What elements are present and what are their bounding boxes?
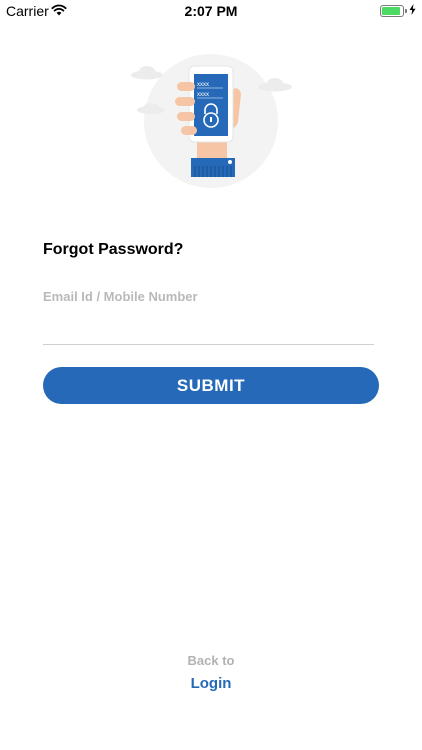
battery-cap: [405, 9, 407, 13]
cloud-left-icon: [131, 66, 163, 80]
screen-line-1: xxxx: [197, 82, 209, 88]
submit-button[interactable]: SUBMIT: [43, 367, 379, 404]
login-link[interactable]: Login: [0, 675, 422, 692]
battery-level: [382, 7, 400, 15]
screen-line-2: xxxx: [197, 92, 209, 98]
status-bar: Carrier 2:07 PM: [0, 0, 422, 22]
page-title: Forgot Password?: [43, 241, 184, 258]
email-field[interactable]: [43, 287, 374, 345]
status-time: 2:07 PM: [184, 3, 238, 19]
back-to-label: Back to: [187, 653, 235, 668]
battery-icon: [380, 5, 407, 17]
phone-lock-illustration: xxxx xxxx: [131, 54, 292, 188]
charging-bolt-icon: [409, 4, 416, 15]
